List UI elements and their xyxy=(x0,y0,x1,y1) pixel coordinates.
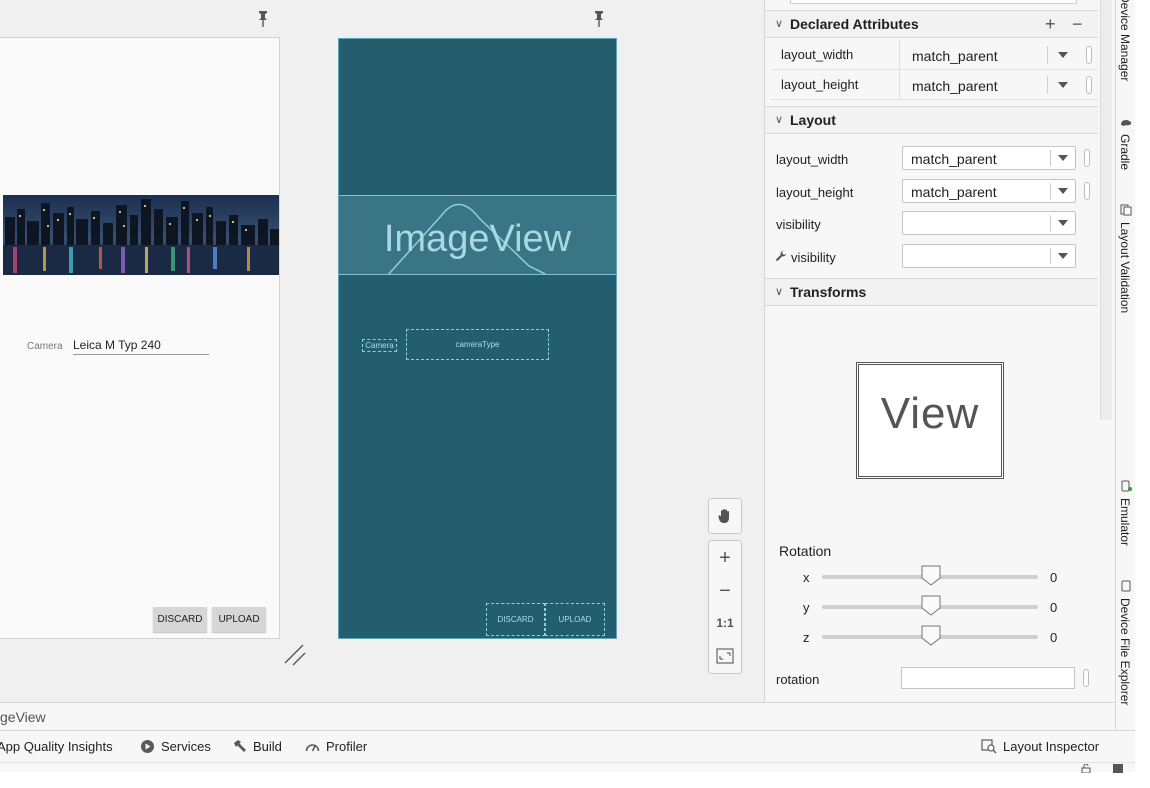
dropdown-button[interactable] xyxy=(1047,46,1077,64)
profiler-gauge-icon xyxy=(305,744,320,752)
declared-attributes-header[interactable]: ∨ Declared Attributes + − xyxy=(765,10,1098,38)
layout-validation-icon xyxy=(1120,204,1132,216)
tab-device-manager[interactable]: Device Manager xyxy=(1118,0,1132,81)
gradle-icon xyxy=(1121,120,1131,126)
layout-height-combo[interactable]: match_parent xyxy=(902,179,1076,203)
zoom-out-button[interactable]: − xyxy=(709,576,741,606)
slider-x-thumb[interactable] xyxy=(920,564,942,586)
remove-attribute-button[interactable]: − xyxy=(1072,14,1083,35)
hammer-icon xyxy=(234,740,246,752)
component-breadcrumb[interactable]: geView xyxy=(0,702,1115,730)
slider-z-thumb[interactable] xyxy=(920,624,942,646)
design-preview[interactable]: Camera Leica M Typ 240 DISCARD UPLOAD xyxy=(0,37,280,639)
resource-picker-button[interactable] xyxy=(1084,182,1090,200)
discard-button[interactable]: DISCARD xyxy=(153,607,207,632)
tools-visibility-combo[interactable] xyxy=(902,244,1076,268)
layout-inspector-tab[interactable]: Layout Inspector xyxy=(981,739,1099,754)
zoom-in-button[interactable]: + xyxy=(709,543,741,573)
fit-screen-button[interactable] xyxy=(709,641,741,671)
design-canvas[interactable]: Camera Leica M Typ 240 DISCARD UPLOAD Im… xyxy=(0,0,764,702)
tab-gradle[interactable]: Gradle xyxy=(1118,134,1132,170)
upload-button[interactable]: UPLOAD xyxy=(212,607,266,632)
notifications-icon[interactable] xyxy=(1112,764,1124,773)
blueprint-upload-button[interactable]: UPLOAD xyxy=(545,603,605,636)
slider-y-label: y xyxy=(803,600,810,615)
resource-picker-button[interactable] xyxy=(1086,46,1092,64)
tab-layout-validation[interactable]: Layout Validation xyxy=(1118,222,1132,313)
bottom-tool-bar: App Quality Insights Services Build Prof… xyxy=(0,730,1135,762)
chevron-down-icon xyxy=(1058,155,1068,161)
status-bar xyxy=(0,762,1135,773)
slider-x-label: x xyxy=(803,570,810,585)
blueprint-imageview[interactable]: ImageView xyxy=(339,195,616,275)
build-tab[interactable]: Build xyxy=(232,739,282,754)
blueprint-camera-label[interactable]: Camera xyxy=(362,339,397,352)
chevron-down-icon[interactable]: ∨ xyxy=(775,17,783,30)
zoom-controls: + − 1:1 xyxy=(708,540,742,674)
device-file-explorer-icon xyxy=(1121,580,1131,592)
rotation-input[interactable] xyxy=(901,667,1075,689)
camera-value-field[interactable]: Leica M Typ 240 xyxy=(73,338,209,355)
transforms-header[interactable]: ∨ Transforms xyxy=(765,278,1098,306)
emulator-icon xyxy=(1121,480,1132,492)
hand-icon xyxy=(718,509,729,523)
slider-z-value: 0 xyxy=(1050,630,1058,645)
chevron-down-icon xyxy=(1058,188,1068,194)
chevron-down-icon[interactable]: ∨ xyxy=(775,113,783,126)
slider-y-thumb[interactable] xyxy=(920,594,942,616)
resize-handle-icon[interactable] xyxy=(283,643,307,667)
slider-z-label: z xyxy=(803,630,810,645)
layout-inspector-icon xyxy=(981,739,997,754)
rotation-title: Rotation xyxy=(779,543,832,559)
layout-width-combo[interactable]: match_parent xyxy=(902,146,1076,170)
view-transform-preview: View xyxy=(856,362,1004,479)
chevron-down-icon xyxy=(1058,220,1068,226)
resource-picker-button[interactable] xyxy=(1084,149,1090,167)
slider-y-value: 0 xyxy=(1050,600,1058,615)
dropdown-button[interactable] xyxy=(1047,76,1077,94)
right-tool-strip: Device Manager Gradle Layout Validation … xyxy=(1115,0,1135,730)
chevron-down-icon xyxy=(1058,253,1068,259)
slider-x-value: 0 xyxy=(1050,570,1058,585)
chevron-down-icon xyxy=(1058,82,1068,88)
profiler-tab[interactable]: Profiler xyxy=(305,739,367,754)
blueprint-discard-button[interactable]: DISCARD xyxy=(486,603,545,636)
camera-label: Camera xyxy=(27,341,63,352)
tab-emulator[interactable]: Emulator xyxy=(1118,498,1132,546)
resource-picker-button[interactable] xyxy=(1086,76,1092,94)
app-quality-insights-tab[interactable]: App Quality Insights xyxy=(0,739,113,754)
declared-row[interactable]: layout_height match_parent xyxy=(771,70,1098,100)
resource-picker-button[interactable] xyxy=(1083,669,1089,687)
fit-screen-icon xyxy=(716,648,734,664)
pin-icon[interactable] xyxy=(257,10,269,28)
imageview-label: ImageView xyxy=(383,218,572,260)
wrench-icon xyxy=(775,250,787,262)
chevron-down-icon[interactable]: ∨ xyxy=(775,285,783,298)
lock-icon[interactable] xyxy=(1080,764,1092,773)
tab-device-file-explorer[interactable]: Device File Explorer xyxy=(1118,598,1132,705)
blueprint-cameratype-field[interactable]: cameraType xyxy=(406,329,549,360)
blueprint-preview[interactable]: ImageView Camera cameraType DISCARD UPLO… xyxy=(338,38,617,639)
chevron-down-icon xyxy=(1058,52,1068,58)
pan-button[interactable] xyxy=(708,498,742,534)
visibility-combo[interactable] xyxy=(902,211,1076,235)
add-attribute-button[interactable]: + xyxy=(1045,14,1056,35)
layout-header[interactable]: ∨ Layout xyxy=(765,106,1098,134)
attributes-scrollbar[interactable] xyxy=(1100,0,1112,420)
pin-icon[interactable] xyxy=(593,10,605,28)
services-tab[interactable]: Services xyxy=(140,739,211,754)
city-skyline-image[interactable] xyxy=(3,195,279,275)
actual-size-button[interactable]: 1:1 xyxy=(709,608,741,638)
services-icon xyxy=(141,740,154,753)
declared-row[interactable]: layout_width match_parent xyxy=(771,40,1098,70)
rotation-field-label: rotation xyxy=(776,672,820,687)
